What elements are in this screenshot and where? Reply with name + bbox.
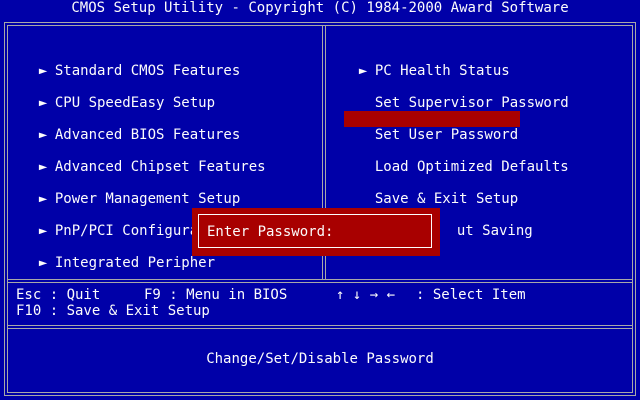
menu-item-advanced-chipset-features[interactable]: ► Advanced Chipset Features bbox=[22, 143, 266, 175]
menu-item-advanced-bios-features[interactable]: ► Advanced BIOS Features bbox=[22, 111, 240, 143]
frame-bottom-outer bbox=[4, 395, 636, 396]
help-esc-quit: Esc : Quit bbox=[16, 287, 101, 303]
frame-bottom-inner bbox=[7, 392, 633, 393]
window-title: CMOS Setup Utility - Copyright (C) 1984-… bbox=[71, 0, 569, 16]
menu-separator-bottom bbox=[7, 282, 633, 283]
arrow-icon: ► bbox=[38, 159, 48, 175]
menu-item-label: Power Management Setup bbox=[54, 191, 241, 207]
menu-item-set-supervisor-password[interactable]: Set Supervisor Password bbox=[358, 79, 569, 111]
status-separator-bottom bbox=[7, 328, 633, 329]
help-f9-menu: F9 : Menu in BIOS bbox=[144, 287, 288, 303]
password-input[interactable] bbox=[328, 224, 424, 240]
frame-right-inner bbox=[632, 25, 633, 393]
menu-item-pnp-pci-configuration[interactable]: ► PnP/PCI Configurati bbox=[22, 207, 215, 239]
help-arrow-keys: ↑ ↓ → ← bbox=[336, 287, 396, 303]
frame-top-inner bbox=[7, 25, 633, 26]
menu-item-set-user-password[interactable]: Set User Password bbox=[344, 111, 521, 143]
arrow-icon: ► bbox=[38, 63, 48, 79]
menu-item-label: Advanced BIOS Features bbox=[54, 127, 241, 143]
menu-item-load-optimized-defaults[interactable]: Load Optimized Defaults bbox=[358, 143, 569, 175]
frame-left-outer bbox=[4, 22, 5, 396]
menu-separator-top bbox=[7, 279, 633, 280]
frame-right-outer bbox=[635, 22, 636, 396]
arrow-icon: ► bbox=[38, 191, 48, 207]
frame-top-outer bbox=[4, 22, 636, 23]
arrow-icon: ► bbox=[38, 223, 48, 239]
menu-item-save-exit-setup[interactable]: Save & Exit Setup bbox=[358, 175, 518, 207]
menu-item-exit-without-saving[interactable]: ut Saving bbox=[440, 207, 533, 239]
menu-item-integrated-peripherals[interactable]: ► Integrated Peripher bbox=[22, 239, 215, 271]
frame-left-inner bbox=[7, 25, 8, 393]
menu-item-label: Integrated Peripher bbox=[54, 255, 216, 271]
menu-item-label: Set User Password bbox=[374, 127, 519, 143]
menu-item-label: PC Health Status bbox=[374, 63, 510, 79]
menu-item-cpu-speedeasy-setup[interactable]: ► CPU SpeedEasy Setup bbox=[22, 79, 215, 111]
arrow-icon: ► bbox=[38, 95, 48, 111]
menu-item-label: Set Supervisor Password bbox=[374, 95, 569, 111]
status-description: Change/Set/Disable Password bbox=[206, 351, 434, 367]
menu-item-pc-health-status[interactable]: ► PC Health Status bbox=[342, 47, 510, 79]
arrow-icon: ► bbox=[38, 127, 48, 143]
menu-item-label: Save & Exit Setup bbox=[374, 191, 519, 207]
menu-item-label: CPU SpeedEasy Setup bbox=[54, 95, 216, 111]
help-select-item: : Select Item bbox=[416, 287, 526, 303]
menu-item-label: ut Saving bbox=[456, 223, 533, 239]
password-prompt-label: Enter Password: bbox=[207, 224, 334, 240]
menu-item-label: Standard CMOS Features bbox=[54, 63, 241, 79]
password-dialog: Enter Password: bbox=[192, 208, 440, 256]
menu-item-label: Advanced Chipset Features bbox=[54, 159, 266, 175]
menu-item-standard-cmos-features[interactable]: ► Standard CMOS Features bbox=[22, 47, 240, 79]
menu-item-label: PnP/PCI Configurati bbox=[54, 223, 216, 239]
help-f10-save-exit: F10 : Save & Exit Setup bbox=[16, 303, 210, 319]
menu-item-label: Load Optimized Defaults bbox=[374, 159, 569, 175]
menu-item-power-management-setup[interactable]: ► Power Management Setup bbox=[22, 175, 240, 207]
arrow-icon: ► bbox=[358, 63, 368, 79]
arrow-icon: ► bbox=[38, 255, 48, 271]
status-separator-top bbox=[7, 325, 633, 326]
